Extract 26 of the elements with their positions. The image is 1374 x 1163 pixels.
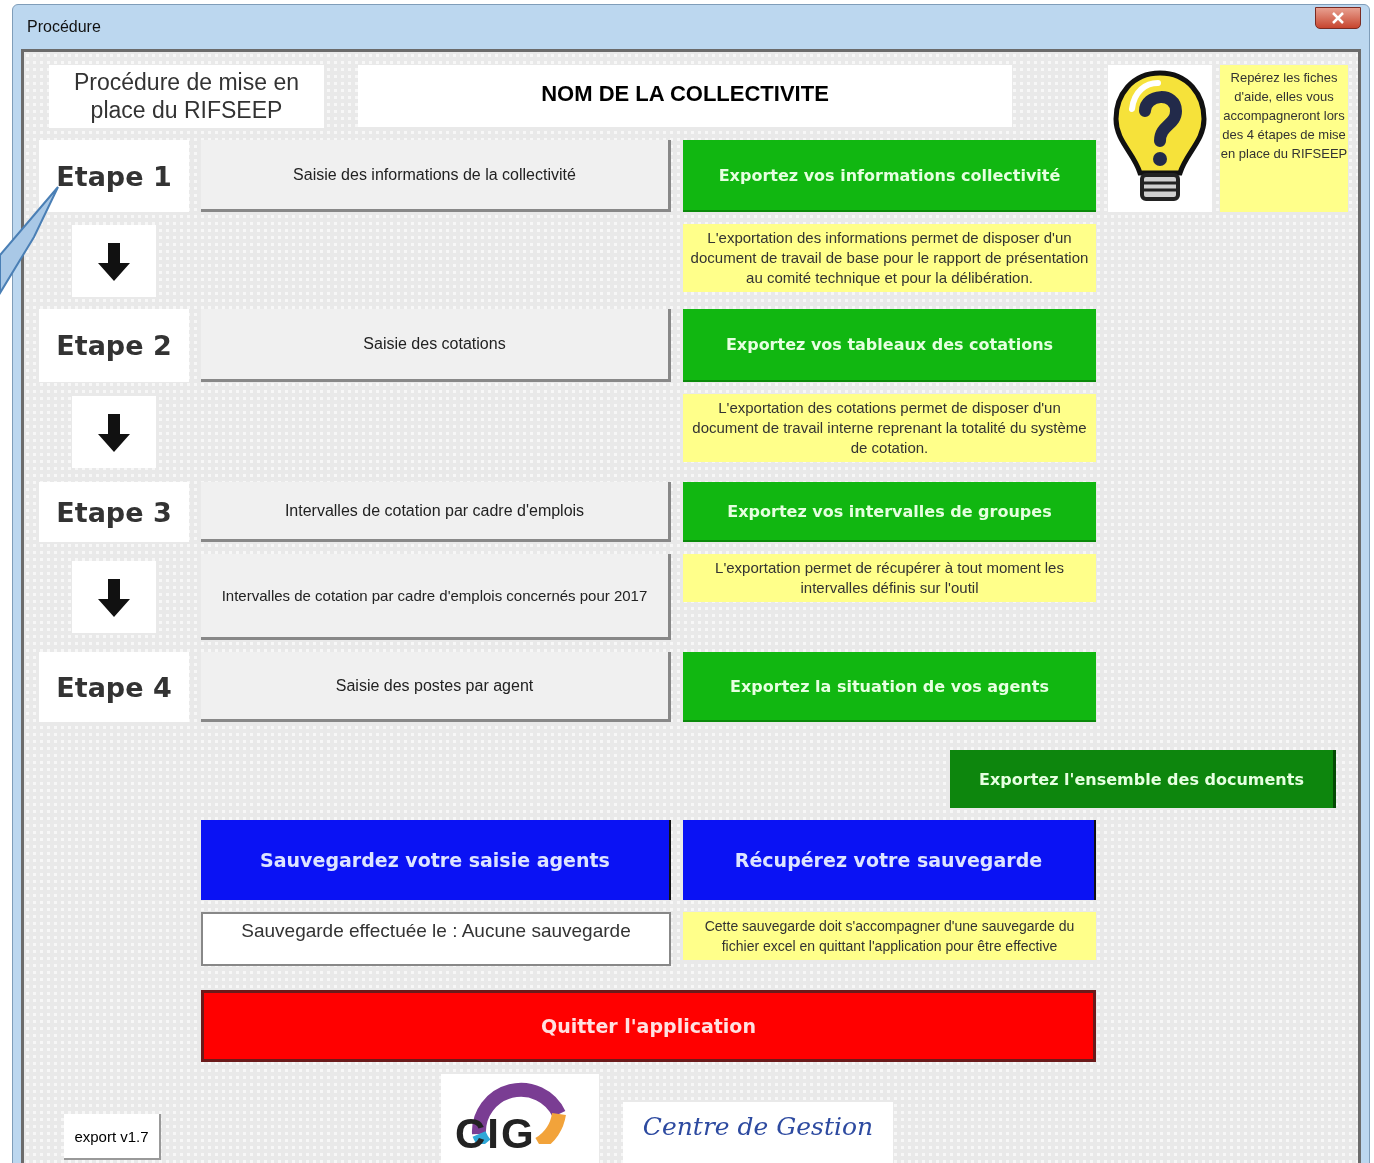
step-label: Etape 4 [39, 652, 189, 722]
window-title: Procédure [26, 18, 101, 36]
export-note: L'exportation des informations permet de disposer d'un document de travail de base pour le rapport de présentation au comité technique et pour la délibération. [683, 224, 1096, 292]
step-action-button[interactable]: Intervalles de cotation par cadre d'emplois [201, 482, 671, 542]
close-icon [1330, 12, 1346, 24]
save-button[interactable]: Sauvegardez votre saisie agents [201, 820, 671, 900]
version-label: export v1.7 [64, 1114, 161, 1160]
help-note: Repérez les fiches d'aide, elles vous accompagneront lors des 4 étapes de mise en place du RIFSEEP [1220, 65, 1348, 212]
step-label: Etape 3 [39, 482, 189, 542]
close-button[interactable] [1315, 7, 1361, 29]
step-label: Etape 2 [39, 309, 189, 382]
save-note: Cette sauvegarde doit s'accompagner d'une sauvegarde du fichier excel en quittant l'application pour être effective [683, 912, 1096, 960]
save-status-field: Sauvegarde effectuée le : Aucune sauvegarde [201, 912, 671, 966]
help-bulb-icon[interactable] [1108, 65, 1212, 212]
signature-logo: Centre de Gestion [623, 1102, 893, 1163]
collectivity-name: NOM DE LA COLLECTIVITE [358, 65, 1012, 127]
step-action-button[interactable]: Saisie des cotations [201, 309, 671, 382]
restore-button[interactable]: Récupérez votre sauvegarde [683, 820, 1096, 900]
export-note: L'exportation des cotations permet de disposer d'un document de travail interne reprenant la totalité du système de cotation. [683, 394, 1096, 462]
step-action-button[interactable]: Intervalles de cotation par cadre d'emplois concernés pour 2017 [201, 554, 671, 640]
export-all-button[interactable]: Exportez l'ensemble des documents [950, 750, 1336, 808]
procedure-title: Procédure de mise en place du RIFSEEP [49, 65, 324, 128]
step-label: Etape 1 [39, 140, 189, 212]
step-action-button[interactable]: Saisie des postes par agent [201, 652, 671, 722]
export-note: L'exportation permet de récupérer à tout moment les intervalles définis sur l'outil [683, 554, 1096, 602]
step-action-button[interactable]: Saisie des informations de la collectivité [201, 140, 671, 212]
